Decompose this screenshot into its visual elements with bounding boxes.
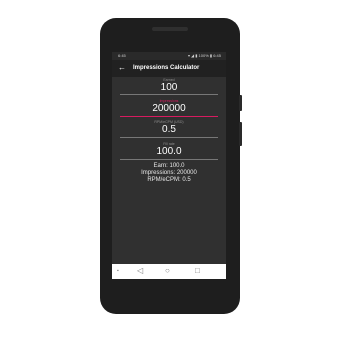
speaker-grille [152, 27, 188, 31]
app-bar: ← Impressions Calculator [112, 60, 226, 77]
result-rpm: RPM/eCPM: 0.5 [147, 177, 191, 183]
nav-recents-icon[interactable]: □ [195, 266, 200, 275]
power-button [239, 95, 242, 111]
impressions-underline [120, 116, 218, 117]
menu-icon[interactable]: ▪ [117, 268, 119, 274]
nav-home-icon[interactable]: ○ [165, 266, 170, 275]
volume-button [239, 122, 242, 146]
earned-input[interactable]: 100 [112, 82, 226, 93]
page-title: Impressions Calculator [133, 65, 200, 71]
back-arrow-icon[interactable]: ← [118, 63, 126, 72]
status-bar: 6:45 ▾ ◢ ▮ 100% ▮ 6:45 [112, 52, 226, 60]
rpm-input[interactable]: 0.5 [112, 124, 226, 135]
nav-bar: ▪ ◁ ○ □ [112, 264, 226, 279]
nav-back-icon[interactable]: ◁ [137, 266, 143, 275]
rpm-underline [120, 137, 218, 138]
status-icons: ▾ ◢ ▮ 100% ▮ 6:45 [187, 53, 221, 58]
status-time: 6:45 [118, 53, 126, 58]
screen: 6:45 ▾ ◢ ▮ 100% ▮ 6:45 ← Impressions Cal… [112, 52, 226, 279]
fill-rate-input[interactable]: 100.0 [112, 146, 226, 157]
impressions-input[interactable]: 200000 [112, 103, 226, 114]
earned-underline [120, 94, 218, 95]
fill-rate-underline [120, 159, 218, 160]
